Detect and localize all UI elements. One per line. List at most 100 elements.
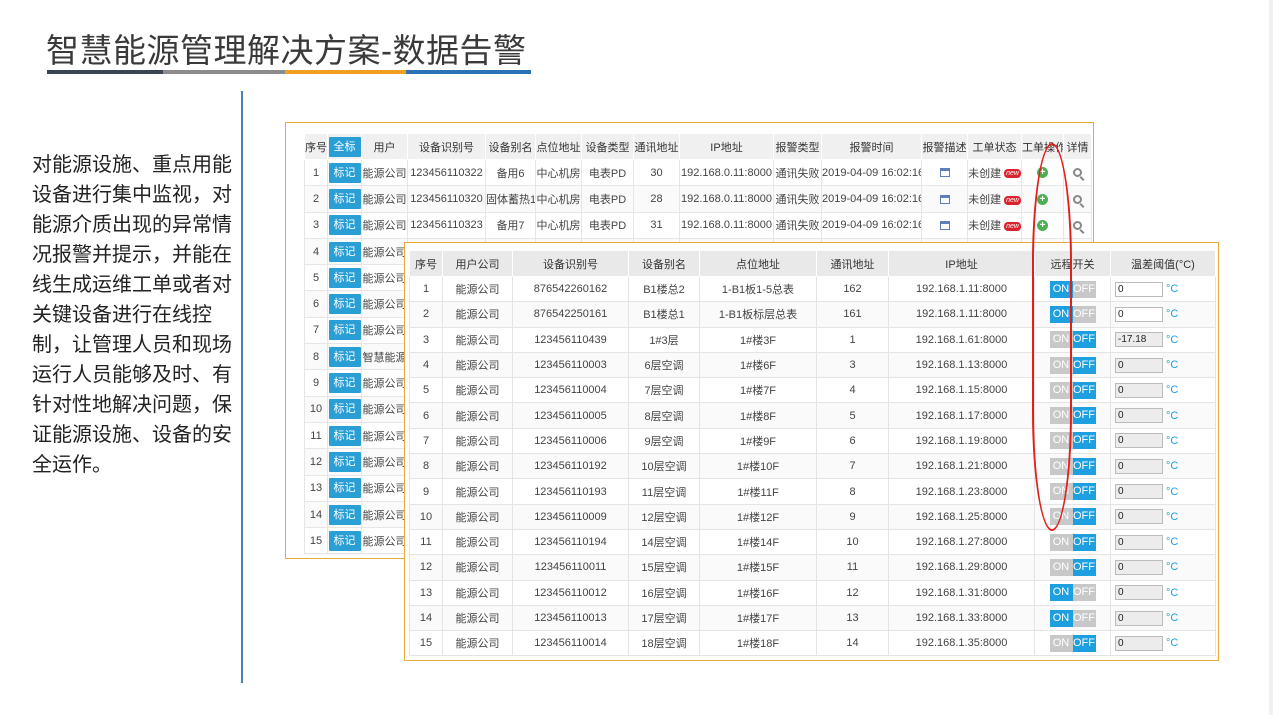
- description-text: 对能源设施、重点用能设备进行集中监视，对能源介质出现的异常情况报警并提示，并能在…: [32, 154, 232, 476]
- threshold-input[interactable]: 0: [1115, 306, 1163, 322]
- threshold-input[interactable]: 0: [1115, 509, 1163, 525]
- mark-button[interactable]: 标记: [328, 241, 361, 262]
- table-cell: 30: [633, 158, 680, 187]
- threshold-input[interactable]: 0: [1115, 408, 1163, 424]
- table-cell: 标记: [327, 290, 362, 318]
- threshold-input[interactable]: 0: [1115, 357, 1163, 373]
- celsius-unit: °C: [1166, 485, 1179, 498]
- mark-button[interactable]: 标记: [328, 188, 361, 209]
- table-cell: 1#楼17F: [699, 604, 817, 632]
- table-cell: ON OFF: [1034, 604, 1111, 632]
- mark-button[interactable]: 标记: [328, 320, 361, 341]
- celsius-unit: °C: [1166, 510, 1179, 523]
- celsius-unit: °C: [1166, 333, 1179, 346]
- threshold-input[interactable]: 0: [1115, 433, 1163, 449]
- table-cell: 10: [816, 528, 889, 556]
- table-cell: 标记: [327, 343, 362, 371]
- threshold-input[interactable]: -17.18: [1115, 332, 1163, 348]
- switch-off[interactable]: OFF: [1072, 483, 1096, 501]
- mark-button[interactable]: 标记: [328, 425, 361, 446]
- mark-button[interactable]: 标记: [328, 346, 361, 367]
- threshold-input[interactable]: 0: [1115, 281, 1163, 297]
- switch-on[interactable]: ON: [1049, 584, 1073, 602]
- mark-all-button[interactable]: 全标: [328, 136, 361, 157]
- switch-off[interactable]: OFF: [1072, 407, 1096, 425]
- remote-switch-toggle[interactable]: ON OFF: [1049, 634, 1096, 652]
- mark-button[interactable]: 标记: [328, 267, 361, 288]
- switch-off[interactable]: OFF: [1072, 356, 1096, 374]
- remote-switch-toggle[interactable]: ON OFF: [1049, 558, 1096, 576]
- threshold-input[interactable]: 0: [1115, 382, 1163, 398]
- switch-off[interactable]: OFF: [1072, 508, 1096, 526]
- table-cell: 2019-04-09 16:02:16: [821, 185, 922, 213]
- table-cell: 通讯失败: [773, 185, 822, 213]
- operation-highlight-loop: [1032, 143, 1072, 531]
- switch-off[interactable]: OFF: [1072, 381, 1096, 399]
- switch-off[interactable]: OFF: [1072, 457, 1096, 475]
- switch-off[interactable]: OFF: [1072, 305, 1096, 323]
- magnifier-icon[interactable]: [1073, 220, 1082, 230]
- magnifier-icon[interactable]: [1073, 194, 1082, 204]
- table-cell: 192.168.1.27:8000: [888, 528, 1035, 556]
- table-cell: 0 °C: [1110, 427, 1216, 455]
- remote-switch-toggle[interactable]: ON OFF: [1049, 533, 1096, 551]
- threshold-input[interactable]: 0: [1115, 610, 1163, 626]
- table-cell: 5: [304, 264, 328, 292]
- switch-off[interactable]: OFF: [1072, 634, 1096, 652]
- table-cell: 1: [304, 158, 328, 187]
- switch-off[interactable]: OFF: [1072, 533, 1096, 551]
- table-cell: 15: [409, 630, 443, 657]
- threshold-input[interactable]: 0: [1115, 534, 1163, 550]
- switch-off[interactable]: OFF: [1072, 432, 1096, 450]
- mark-button[interactable]: 标记: [328, 162, 361, 183]
- switch-off[interactable]: OFF: [1072, 584, 1096, 602]
- threshold-input[interactable]: 0: [1115, 458, 1163, 474]
- switch-off[interactable]: OFF: [1072, 609, 1096, 627]
- table-cell: 能源公司: [442, 579, 513, 606]
- table-cell: 10: [409, 503, 443, 530]
- magnifier-icon[interactable]: [1073, 168, 1082, 178]
- switch-on[interactable]: ON: [1049, 533, 1073, 551]
- table-cell: 10层空调: [628, 453, 700, 480]
- switch-off[interactable]: OFF: [1072, 331, 1096, 349]
- table-row: 11 能源公司 123456110194 14层空调 1#楼14F 10 192.168.1…: [409, 528, 1216, 556]
- table-cell: 备用6: [485, 158, 536, 187]
- switch-on[interactable]: ON: [1049, 609, 1073, 627]
- table-row: 9 能源公司 123456110193 11层空调 1#楼11F 8 192.168.1.2…: [409, 478, 1216, 505]
- mark-button[interactable]: 标记: [328, 478, 361, 499]
- remote-switch-toggle[interactable]: ON OFF: [1049, 609, 1096, 627]
- table-cell: 876542250161: [512, 301, 629, 328]
- work-order-status: 未创建: [968, 220, 1002, 233]
- new-badge: new: [1004, 169, 1021, 179]
- calendar-icon[interactable]: [939, 194, 950, 204]
- mark-button[interactable]: 标记: [328, 215, 361, 236]
- switch-on[interactable]: ON: [1049, 634, 1073, 652]
- table-cell: 1: [816, 326, 889, 353]
- table-cell: 5: [816, 402, 889, 429]
- table-cell: 未创建 new: [967, 211, 1022, 239]
- calendar-icon[interactable]: [939, 220, 950, 230]
- threshold-input[interactable]: 0: [1115, 585, 1163, 601]
- table-cell: 1#楼16F: [699, 579, 817, 606]
- threshold-input[interactable]: 0: [1115, 635, 1163, 651]
- table-cell: 16层空调: [628, 579, 700, 606]
- calendar-icon[interactable]: [939, 168, 950, 178]
- mark-button[interactable]: 标记: [328, 504, 361, 525]
- mark-button[interactable]: 标记: [328, 451, 361, 472]
- page-title: 智慧能源管理解决方案-数据告警: [46, 32, 527, 69]
- table-cell: 4: [816, 377, 889, 404]
- column-header: 设备识别号: [407, 133, 486, 160]
- table-row: 5 能源公司 123456110004 7层空调 1#楼7F 4 192.168.1.15:…: [409, 377, 1216, 404]
- switch-on[interactable]: ON: [1049, 558, 1073, 576]
- mark-button[interactable]: 标记: [328, 294, 361, 315]
- remote-switch-toggle[interactable]: ON OFF: [1049, 584, 1096, 602]
- mark-button[interactable]: 标记: [328, 373, 361, 394]
- mark-button[interactable]: 标记: [328, 530, 361, 551]
- switch-off[interactable]: OFF: [1072, 280, 1096, 298]
- switch-off[interactable]: OFF: [1072, 558, 1096, 576]
- threshold-input[interactable]: 0: [1115, 559, 1163, 575]
- table-cell: 能源公司: [361, 290, 408, 318]
- table-cell: 能源公司: [361, 211, 408, 239]
- threshold-input[interactable]: 0: [1115, 484, 1163, 500]
- mark-button[interactable]: 标记: [328, 399, 361, 420]
